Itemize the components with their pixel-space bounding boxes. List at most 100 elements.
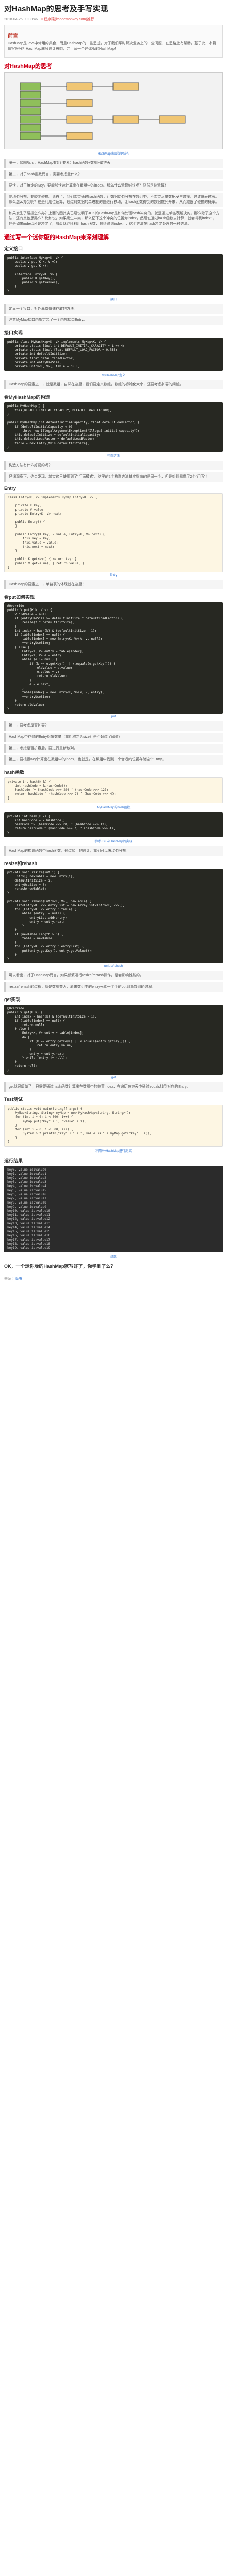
get-caption: get: [111, 1076, 116, 1079]
resize-code: private void resize(int i) { Entry[] new…: [4, 869, 223, 963]
ctor-point-2: 仔细观察下，你会发现，其实这里使用到了“门面模式”。这里的2个构造方法其实指向的…: [4, 472, 223, 482]
think-point-5: 如果发生了碰撞怎么办？上面的图其实已经说明了JDK的HashMap是如何处理ha…: [4, 209, 223, 229]
code-line: Entry<K, V> entry = table[index];: [7, 650, 84, 653]
code-line: public V get(K k) {: [7, 1011, 43, 1014]
code-line: return oldValue;: [7, 674, 67, 678]
code-line: }: [7, 679, 31, 682]
test-caption: 利用MyHashMap进行测试: [95, 1150, 132, 1153]
author-link[interactable]: IT程序猿(itcodemonkey.com)推荐: [41, 18, 94, 21]
code-line: key15, value is:value15: [7, 1230, 51, 1233]
preface-title: 前言: [8, 33, 18, 39]
put-caption: put: [111, 715, 116, 718]
code-line: private Entry<K, V>[] table = null;: [7, 365, 80, 368]
code-line: table = newTable;: [7, 937, 54, 940]
code-line: private void rehash(Entry<K, V>[] newTab…: [7, 900, 91, 903]
code-line: key3, value is:value3: [7, 1180, 46, 1184]
code-line: table[index] = new Entry<K, V>(k, v, nul…: [7, 637, 103, 641]
code-line: hashCode ^= (hashCode >>> 20) ^ (hashCod…: [8, 788, 109, 792]
code-line: }: [7, 831, 9, 835]
code-line: } else {: [7, 1027, 30, 1031]
article-title: 对HashMap的思考及手写实现: [4, 5, 108, 13]
code-line: Entry<K, V> entry = table[index];: [7, 1031, 84, 1035]
code-line: }: [7, 924, 24, 928]
code-line: }: [7, 687, 24, 690]
source-link[interactable]: 简书: [15, 1277, 22, 1281]
code-line: }: [8, 524, 18, 528]
code-line: public Entry() {: [8, 520, 45, 524]
code-line: key19, value is:value19: [7, 1246, 51, 1250]
article: 对HashMap的思考及手写实现 2018-04-26 09:03:46 IT程…: [0, 0, 227, 1289]
code-line: }: [8, 566, 10, 569]
think-point-4: 要均匀分布，要较少碰撞。说白了，我们希望通过hash函数，让数据均匀分布在数组中…: [4, 193, 223, 207]
code-line: List<Entry<K, V>> entryList = new ArrayL…: [7, 904, 125, 907]
ctor-caption: 构造方法: [107, 455, 120, 458]
code-line: class Entry<K, V> implements MyMap.Entry…: [8, 496, 98, 499]
code-line: }: [7, 625, 17, 629]
resize-caption: resize/rehash: [104, 965, 123, 968]
code-line: public V get(K k);: [7, 264, 48, 268]
hash-code: private int hash(K k) { int hashCode = k…: [4, 777, 223, 803]
put-point-2: HashMap中存储的Entry对象数量（我们称之为size）是否超过了阈值？: [4, 733, 223, 742]
code-line: }: [7, 1048, 31, 1052]
ctor-heading: 看MyHashMap的构造: [4, 395, 50, 400]
ctor-code: public MyHashMap() { this(DEFAULT_INITIA…: [4, 402, 223, 452]
code-line: }: [8, 1140, 10, 1144]
code-line: rehash(newTable);: [7, 887, 46, 891]
preface-text: HashMap是Java中常用的集合，而且HashMap的一些思想，对于我们平时…: [8, 42, 216, 51]
code-line: }: [7, 953, 17, 957]
put-point-4: 第三，要根据Key计算出在数组中的index，也就是，在数组中找到一个合适的位置…: [4, 755, 223, 765]
put-code: @Override public V put(K k, V v) { V oldV…: [4, 602, 223, 714]
code-line: }: [8, 549, 18, 553]
code-line: }: [7, 446, 9, 449]
code-line: hashCode ^= (hashCode >>> 20) ^ (hashCod…: [7, 823, 108, 826]
code-line: this.next = next;: [8, 545, 55, 549]
structure-svg: [5, 73, 222, 149]
code-line: }: [7, 941, 17, 944]
hashmap-structure-diagram: [4, 72, 223, 149]
code-line: defaultInitSize = i;: [7, 879, 52, 883]
interface-code: public interface MyMap<K, V> { public V …: [4, 254, 223, 295]
entry-code: class Entry<K, V> implements MyMap.Entry…: [4, 493, 223, 572]
code-line: if (table[index] == null) {: [7, 1019, 65, 1023]
code-line: private Entry<K, V> next;: [8, 512, 62, 516]
code-line: e.value = v;: [7, 670, 60, 674]
handwrite-title: 通过写一个迷你版的HashMap来深刻理解: [4, 234, 109, 241]
code-line: return null;: [7, 1023, 45, 1027]
code-line: key11, value is:value11: [7, 1213, 51, 1217]
impl-code: public class MyHashMap<K, V> implements …: [4, 338, 223, 371]
code-line: key0, value is:value0: [7, 1168, 46, 1172]
impl-note: HashMap的要素之一，就是数组，自然在这里，我们要定义数组，数组的初始化大小…: [4, 380, 223, 389]
put-heading: 看put如何实现: [4, 595, 35, 600]
hash-caption: MyHashMap的hash函数: [96, 806, 131, 809]
code-line: private void resize(int i) {: [7, 871, 60, 874]
code-line: throw new IllegalArgumentException("Ille…: [7, 429, 140, 433]
resize-note-1: 可以看出，对于HashMap而言，如果频繁进行resize/rehash操作，是…: [4, 971, 223, 980]
code-line: for (Entry<K, V> entry : entryList) {: [7, 945, 84, 948]
run-heading: 运行结果: [4, 1158, 23, 1163]
test-heading: Test测试: [4, 1097, 23, 1102]
code-line: private int defaultInitSize;: [7, 352, 67, 356]
code-line: table[index] = new Entry<K, V>(k, v, ent…: [7, 691, 104, 694]
code-line: return oldValue;: [7, 703, 45, 707]
impl-heading: 接口实现: [4, 330, 23, 335]
code-line: key10, value is:value10: [7, 1209, 51, 1213]
code-line: private static final float DEFAULT_LOAD_…: [7, 348, 118, 352]
code-line: key16, value is:value16: [7, 1234, 51, 1238]
code-line: key9, value is:value9: [7, 1205, 46, 1209]
code-line: entryList.add(entry);: [7, 916, 69, 920]
code-line: key7, value is:value7: [7, 1197, 46, 1200]
think-point-2: 第二，对于hash函数而言，需要考虑些什么？: [4, 170, 223, 179]
code-line: key8, value is:value8: [7, 1201, 46, 1205]
code-line: return entry.value;: [7, 1044, 73, 1047]
code-line: this(DEFAULT_INITIAL_CAPACITY, DEFAULT_L…: [7, 409, 112, 412]
code-line: public V getValue();: [7, 281, 60, 284]
code-line: private static final int DEFAULT_INITIAL…: [7, 344, 125, 348]
code-line: for (int i = 0; i < 500; i++) {: [8, 1128, 73, 1131]
think-point-3: 要快，对于给定的Key，要能够快速计算出在数组中的index。那么什么运算够快呢…: [4, 181, 223, 191]
put-point-1: 第一，要考虑是否扩容？: [4, 721, 223, 731]
code-line: }: [7, 285, 17, 289]
